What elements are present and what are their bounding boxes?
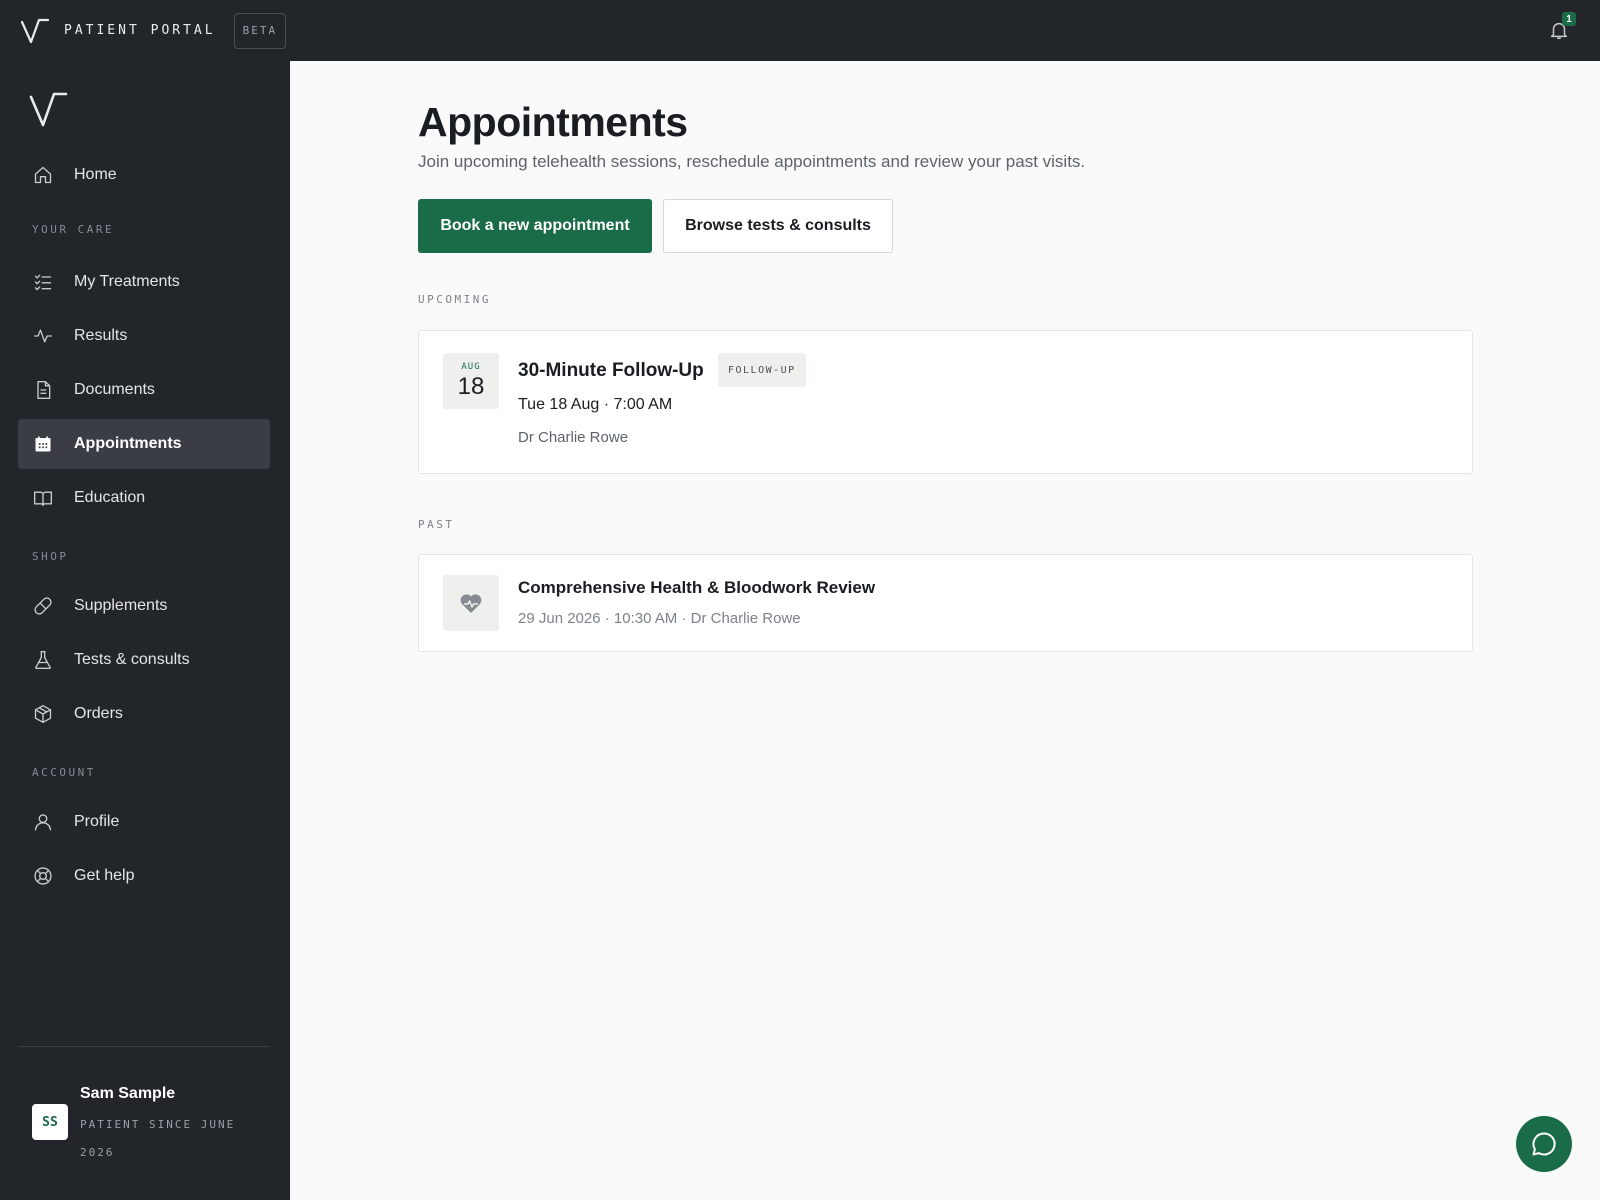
sidebar-item-label: Appointments [74,435,182,452]
date-tile: AUG 18 [443,353,499,409]
book-icon [32,487,54,509]
date-month: AUG [461,361,481,372]
sidebar-item-label: Documents [74,381,155,398]
sidebar-item-label: My Treatments [74,273,180,290]
activity-icon [32,325,54,347]
sidebar-item-documents[interactable]: Documents [18,365,270,415]
date-day: 18 [457,372,485,400]
past-appointment-card[interactable]: Comprehensive Health & Bloodwork Review … [418,554,1473,652]
document-icon [32,379,54,401]
notification-count-badge: 1 [1562,12,1576,26]
past-appointment-meta: 29 Jun 2026 · 10:30 AM · Dr Charlie Rowe [518,610,801,627]
chat-button[interactable] [1516,1116,1572,1172]
appointment-title: 30-Minute Follow-Up [518,360,704,381]
top-bar: PATIENT PORTAL BETA 1 [0,0,1600,61]
avatar[interactable]: SS [32,1104,68,1140]
section-label-shop: SHOP [32,550,69,563]
sidebar-item-label: Education [74,489,146,506]
flask-icon [32,649,54,671]
upcoming-appointment-card[interactable]: AUG 18 30-Minute Follow-Up FOLLOW-UP Tue… [418,330,1473,474]
sidebar-item-label: Get help [74,867,135,884]
user-since: PATIENT SINCE JUNE 2026 [80,1118,236,1159]
sidebar-item-label: Results [74,327,128,344]
appointment-doctor: Dr Charlie Rowe [518,429,629,446]
pill-icon [32,595,54,617]
past-appointment-title: Comprehensive Health & Bloodwork Review [518,578,876,597]
calendar-icon [32,433,54,455]
sidebar-item-education[interactable]: Education [18,473,270,523]
sidebar-item-label: Home [74,166,117,183]
sidebar-item-label: Orders [74,705,123,722]
browse-tests-button[interactable]: Browse tests & consults [663,199,893,253]
appointment-datetime: Tue 18 Aug · 7:00 AM [518,396,673,413]
home-icon [32,164,54,186]
appointment-type-badge: FOLLOW-UP [718,353,806,387]
sidebar-item-label: Supplements [74,597,168,614]
sidebar-item-profile[interactable]: Profile [18,797,270,847]
main-content: Appointments Join upcoming telehealth se… [290,61,1600,1200]
sidebar-item-results[interactable]: Results [18,311,270,361]
page-title: Appointments [418,99,688,145]
past-label: PAST [418,518,455,531]
list-icon [32,271,54,293]
brand-logo-icon[interactable] [20,16,50,46]
sidebar: Home YOUR CARE My Treatments Results Doc… [0,61,290,1200]
sidebar-item-label: Profile [74,813,120,830]
lifebuoy-icon [32,865,54,887]
section-label-care: YOUR CARE [32,223,115,236]
sidebar-item-appointments[interactable]: Appointments [18,419,270,469]
section-label-account: ACCOUNT [32,766,96,779]
sidebar-divider [18,1046,270,1047]
sidebar-item-label: Tests & consults [74,651,190,668]
book-appointment-button[interactable]: Book a new appointment [418,199,652,253]
package-icon [32,703,54,725]
brand-name: PATIENT PORTAL [64,23,216,38]
heart-icon [443,575,499,631]
sidebar-item-orders[interactable]: Orders [18,689,270,739]
upcoming-label: UPCOMING [418,293,491,306]
beta-badge: BETA [233,12,287,49]
user-name: Sam Sample [80,1085,176,1102]
sidebar-item-my-treatments[interactable]: My Treatments [18,257,270,307]
page-subtitle: Join upcoming telehealth sessions, resch… [418,152,1086,171]
chat-bubble-icon [1532,1132,1556,1156]
sidebar-item-supplements[interactable]: Supplements [18,581,270,631]
sidebar-item-home[interactable]: Home [18,150,270,200]
notifications-button[interactable]: 1 [1548,12,1576,41]
sidebar-item-tests-consults[interactable]: Tests & consults [18,635,270,685]
sidebar-logo-icon[interactable] [28,89,68,129]
sidebar-item-get-help[interactable]: Get help [18,851,270,901]
user-icon [32,811,54,833]
